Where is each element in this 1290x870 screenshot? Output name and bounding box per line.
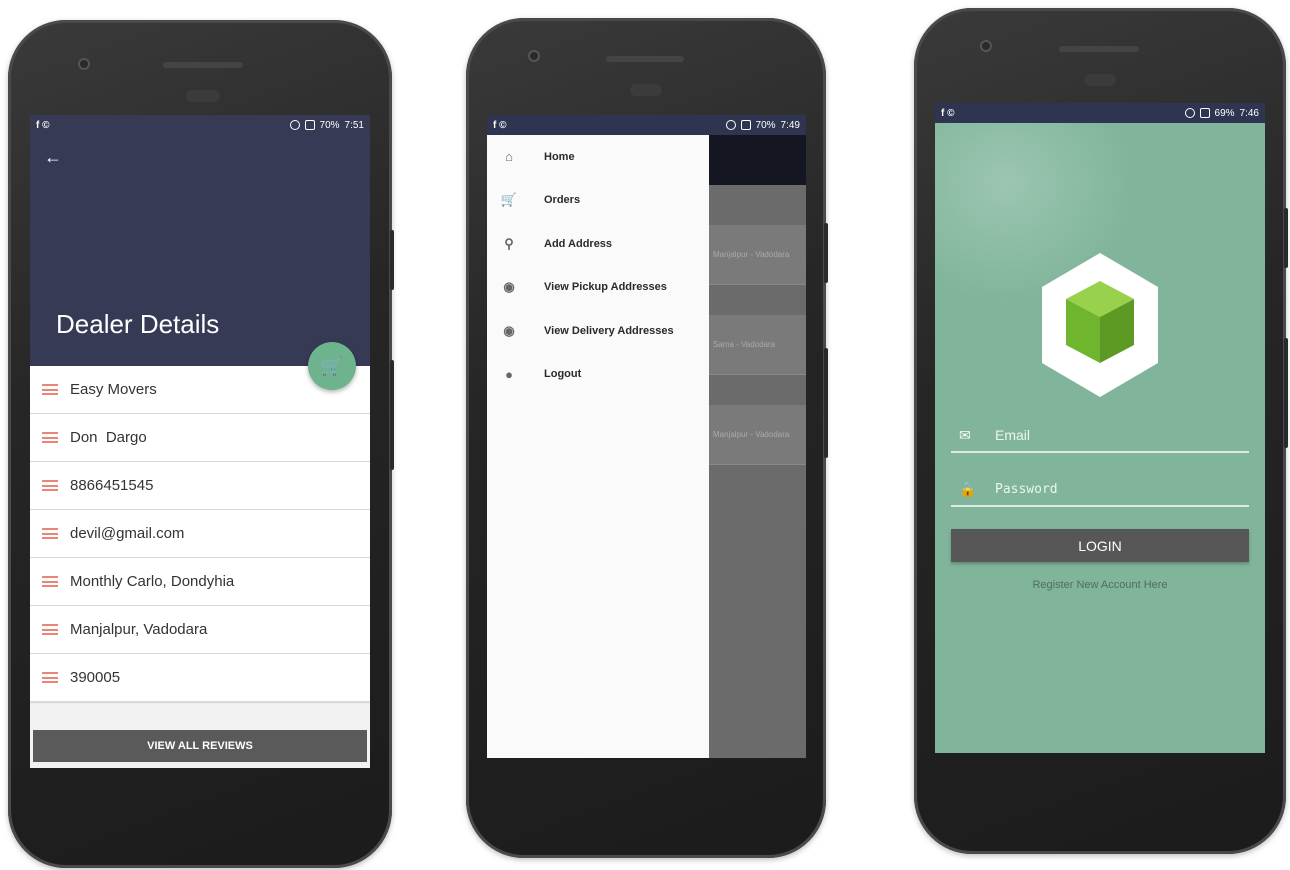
- list-item: Monthly Carlo, Dondyhia: [30, 558, 370, 606]
- camera: [980, 40, 992, 52]
- menu-item-view-delivery-addresses[interactable]: ◉ View Delivery Addresses: [487, 309, 709, 353]
- side-button: [390, 230, 394, 290]
- menu-item-orders[interactable]: 🛒 Orders: [487, 179, 709, 223]
- menu-icon: [42, 576, 58, 587]
- menu-item-view-pickup-addresses[interactable]: ◉ View Pickup Addresses: [487, 266, 709, 310]
- sync-icon: [289, 120, 300, 130]
- view-all-reviews-button[interactable]: VIEW ALL REVIEWS: [33, 730, 367, 762]
- speaker: [163, 62, 243, 68]
- notification-icons: f ©: [493, 119, 507, 131]
- signal-icon: [740, 120, 751, 130]
- clock: 7:51: [344, 119, 364, 131]
- list-item: Manjalpur, Vadodara: [30, 606, 370, 654]
- card-text: Manjalpur - Vadodara: [713, 430, 790, 439]
- side-button: [824, 223, 828, 283]
- status-bar: f © 70% 7:49: [487, 115, 806, 135]
- menu-icon: [42, 672, 58, 683]
- email-field[interactable]: ✉ Email: [951, 419, 1249, 453]
- side-button: [1284, 338, 1288, 448]
- login-button[interactable]: LOGIN: [951, 529, 1249, 562]
- sync-icon: [1184, 108, 1195, 118]
- list-item: devil@gmail.com: [30, 510, 370, 558]
- screen: f © 69% 7:46 ✉ Email 🔒 Password LOGIN Re…: [935, 103, 1265, 753]
- menu-item-label: Home: [544, 150, 575, 163]
- menu-item-label: Logout: [544, 368, 582, 381]
- card-text: Sama - Vadodara: [713, 340, 776, 349]
- owner-name: Don Dargo: [70, 429, 147, 446]
- address-line-1: Monthly Carlo, Dondyhia: [70, 573, 235, 590]
- sync-icon: [725, 120, 736, 130]
- menu-item-label: View Delivery Addresses: [544, 324, 674, 337]
- speaker: [606, 56, 684, 62]
- sensor: [186, 90, 220, 102]
- side-button: [390, 360, 394, 470]
- list-item: 8866451545: [30, 462, 370, 510]
- target-icon: ◉: [503, 322, 515, 338]
- password-field[interactable]: 🔒 Password: [951, 473, 1249, 507]
- menu-icon: [42, 624, 58, 635]
- page-title: Dealer Details: [56, 309, 220, 339]
- clock: 7:46: [1239, 107, 1259, 119]
- phone-number: 8866451545: [70, 477, 154, 494]
- speaker: [1059, 46, 1139, 52]
- target-icon: ◉: [503, 279, 515, 295]
- notification-icons: f ©: [36, 119, 50, 131]
- menu-item-logout[interactable]: ● Logout: [487, 353, 709, 397]
- camera: [78, 58, 90, 70]
- address-card[interactable]: Manjalpur - Vadodara: [709, 405, 806, 465]
- status-bar: f © 69% 7:46: [935, 103, 1265, 123]
- cart-icon: 🛒: [500, 192, 518, 208]
- address-card[interactable]: Sama - Vadodara: [709, 315, 806, 375]
- menu-item-home[interactable]: ⌂ Home: [487, 135, 709, 179]
- status-bar: f © 70% 7:51: [30, 115, 370, 135]
- email: devil@gmail.com: [70, 525, 185, 542]
- sensor: [1084, 74, 1116, 86]
- postal-code: 390005: [70, 669, 121, 686]
- menu-item-label: Add Address: [544, 237, 613, 250]
- mail-icon: ✉: [959, 426, 971, 443]
- menu-icon: [42, 384, 58, 395]
- camera: [528, 50, 540, 62]
- navigation-drawer: ⌂ Home 🛒 Orders ⚲ Add Address ◉ View Pickup …: [487, 135, 709, 758]
- home-icon: ⌂: [505, 149, 513, 165]
- dealer-name: Easy Movers: [70, 381, 157, 398]
- menu-item-add-address[interactable]: ⚲ Add Address: [487, 222, 709, 266]
- register-link[interactable]: Register New Account Here: [935, 579, 1265, 591]
- signal-icon: [1199, 108, 1210, 118]
- email-placeholder: Email: [995, 427, 1031, 443]
- menu-item-label: View Pickup Addresses: [544, 281, 667, 294]
- card-text: Manjalpur - Vadodara: [713, 250, 790, 259]
- battery-level: 69%: [1214, 107, 1235, 119]
- menu-icon: [42, 528, 58, 539]
- dealer-info-list: Easy Movers Don Dargo 8866451545 devil@g…: [30, 366, 370, 702]
- password-placeholder: Password: [995, 481, 1058, 497]
- battery-level: 70%: [319, 119, 340, 131]
- menu-icon: [42, 480, 58, 491]
- side-button: [824, 348, 828, 458]
- menu-icon: [42, 432, 58, 443]
- signal-icon: [304, 120, 315, 130]
- address-line-2: Manjalpur, Vadodara: [70, 621, 208, 638]
- screen: Manjalpur - Vadodara Sama - Vadodara Man…: [487, 115, 806, 758]
- cube-logo-icon: [1042, 253, 1158, 397]
- notification-icons: f ©: [941, 107, 955, 119]
- location-pin-icon: ⚲: [504, 235, 514, 251]
- cart-icon: 🛒: [320, 355, 344, 376]
- side-button: [1284, 208, 1288, 268]
- clock: 7:49: [780, 119, 800, 131]
- address-card[interactable]: Manjalpur - Vadodara: [709, 225, 806, 285]
- list-item: Don Dargo: [30, 414, 370, 462]
- app-header: ← Dealer Details: [30, 135, 370, 366]
- arrow-left-icon[interactable]: ←: [44, 147, 62, 168]
- list-item: 390005: [30, 654, 370, 702]
- sensor: [630, 84, 662, 96]
- cart-button[interactable]: 🛒: [308, 342, 356, 390]
- person-icon: ●: [505, 366, 513, 382]
- lock-icon: 🔒: [959, 480, 977, 497]
- menu-item-label: Orders: [544, 194, 581, 207]
- battery-level: 70%: [755, 119, 776, 131]
- screen: ← Dealer Details f © 70% 7:51 🛒 Easy Mov…: [30, 115, 370, 768]
